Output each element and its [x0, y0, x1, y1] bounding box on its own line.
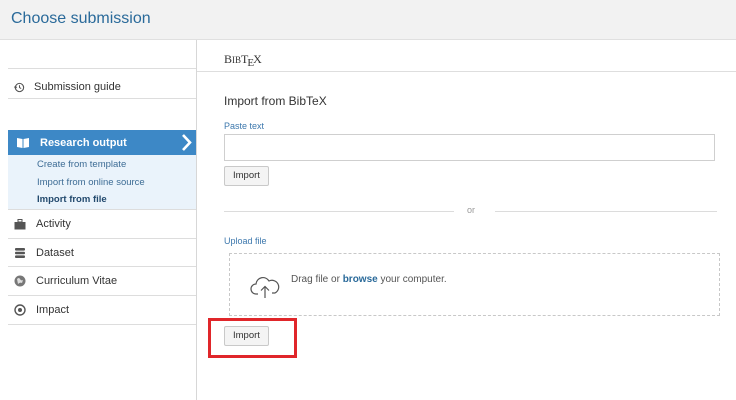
divider [224, 211, 454, 212]
sidebar-item-label: Dataset [36, 247, 74, 259]
submission-guide-label: Submission guide [34, 81, 121, 93]
sidebar-item-impact[interactable]: Impact [14, 304, 69, 316]
divider [8, 266, 196, 267]
cloud-upload-icon [250, 276, 280, 298]
divider [495, 211, 717, 212]
divider [197, 71, 736, 72]
database-icon [15, 248, 25, 258]
divider [8, 324, 196, 325]
divider [8, 68, 196, 69]
submission-guide-link[interactable]: Submission guide [14, 81, 121, 93]
clock-arrow-icon [14, 82, 25, 92]
bibtex-logo: BIBTEX [224, 52, 262, 69]
upload-file-label: Upload file [224, 236, 267, 246]
book-icon [17, 137, 29, 148]
import-paste-button[interactable]: Import [224, 166, 269, 186]
divider [8, 209, 196, 210]
sidebar-item-label: Activity [36, 218, 71, 230]
divider [8, 98, 196, 99]
briefcase-icon [14, 219, 26, 230]
sidebar-item-activity[interactable]: Activity [14, 218, 71, 230]
submenu-create-from-template[interactable]: Create from template [37, 159, 126, 170]
globe-icon [14, 275, 26, 287]
browse-link[interactable]: browse [343, 274, 378, 285]
sidebar-item-curriculum-vitae[interactable]: Curriculum Vitae [14, 275, 117, 287]
chevron-right-icon [182, 134, 192, 151]
paste-text-area[interactable] [224, 134, 715, 161]
research-output-item[interactable]: Research output [8, 130, 196, 155]
or-separator: or [467, 205, 476, 215]
submenu-import-from-file[interactable]: Import from file [37, 194, 107, 205]
section-heading: Import from BibTeX [224, 94, 327, 108]
research-output-label: Research output [40, 136, 127, 149]
sidebar-item-dataset[interactable]: Dataset [14, 247, 74, 259]
divider [8, 295, 196, 296]
highlight-box [208, 318, 297, 358]
file-drop-zone[interactable]: Drag file or browse your computer. [229, 253, 720, 316]
submenu-import-online[interactable]: Import from online source [37, 177, 145, 188]
page-title: Choose submission [11, 10, 151, 27]
research-output-submenu: Create from template Import from online … [8, 155, 196, 209]
paste-text-label: Paste text [224, 121, 265, 131]
drop-zone-text: Drag file or browse your computer. [291, 274, 447, 285]
sidebar-item-label: Impact [36, 304, 70, 316]
target-icon [14, 304, 26, 316]
divider [8, 238, 196, 239]
page-header: Choose submission [0, 0, 736, 40]
sidebar: Submission guide Research output Create … [0, 40, 197, 400]
sidebar-item-label: Curriculum Vitae [36, 275, 118, 287]
